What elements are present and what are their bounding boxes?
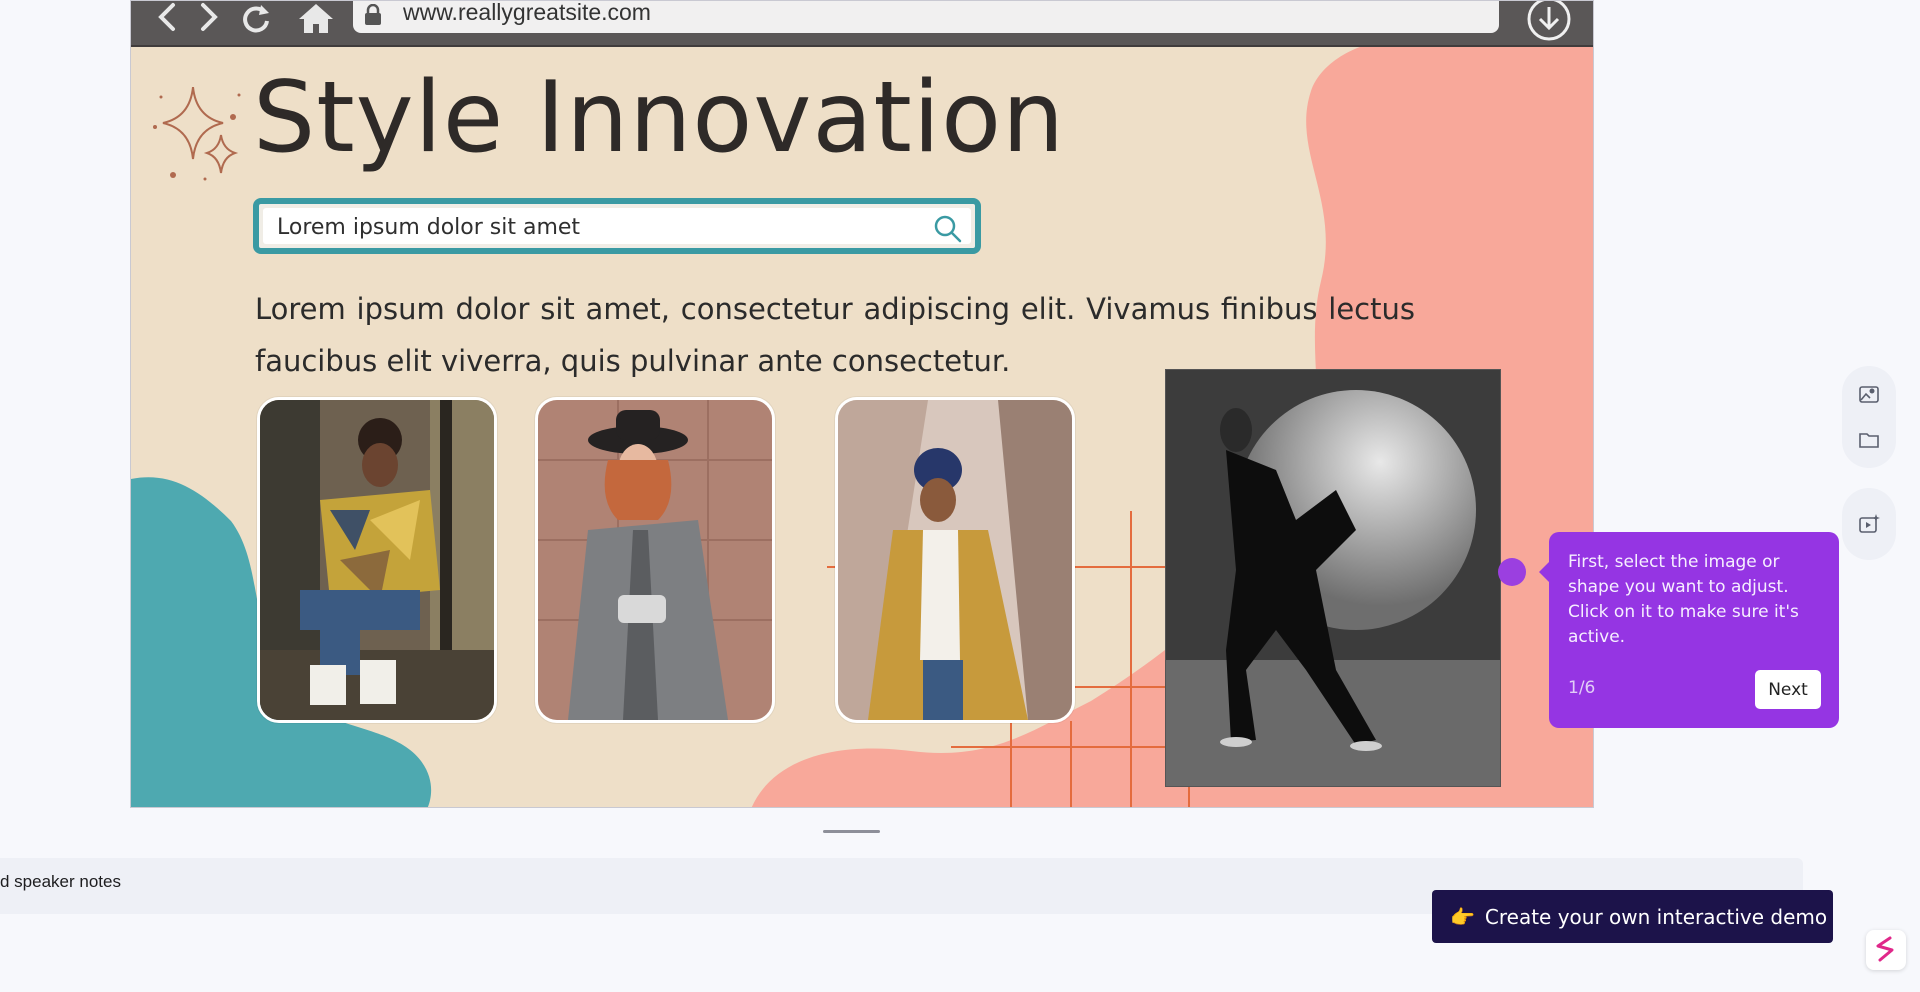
right-toolbar: [1842, 366, 1896, 560]
tour-tooltip: First, select the image or shape you wan…: [1539, 532, 1839, 728]
photo-woman-gray-blazer[interactable]: [535, 397, 775, 723]
photo-bw-model-selected[interactable]: [1165, 369, 1501, 787]
search-field[interactable]: Lorem ipsum dolor sit amet: [263, 208, 971, 244]
back-icon[interactable]: [151, 1, 185, 35]
forward-icon[interactable]: [193, 1, 227, 35]
photo-woman-mustard-coat[interactable]: [835, 397, 1075, 723]
slide-title[interactable]: Style Innovation: [253, 69, 1065, 167]
search-text: Lorem ipsum dolor sit amet: [277, 215, 581, 240]
create-demo-button[interactable]: 👉 Create your own interactive demo: [1432, 890, 1833, 943]
image-person-icon: [1859, 386, 1879, 403]
image-person-button[interactable]: [1855, 380, 1883, 408]
brand-logo-icon[interactable]: [1866, 930, 1906, 970]
next-button[interactable]: Next: [1755, 670, 1821, 709]
tooltip-arrow: [1539, 562, 1549, 582]
video-sparkle-icon: [1859, 514, 1880, 533]
lock-icon: [365, 4, 381, 25]
search-box[interactable]: Lorem ipsum dolor sit amet: [253, 198, 981, 254]
url-text: www.reallygreatsite.com: [403, 0, 651, 25]
resize-handle[interactable]: [823, 830, 880, 833]
folder-icon: [1859, 433, 1879, 448]
slide-canvas[interactable]: www.reallygreatsite.com Style Innovation…: [130, 0, 1594, 808]
tooltip-step-counter: 1/6: [1568, 678, 1596, 698]
sparkle-icon: [153, 87, 241, 181]
browser-bar: www.reallygreatsite.com: [131, 0, 1593, 47]
video-sparkle-button[interactable]: [1855, 510, 1883, 538]
folder-button[interactable]: [1855, 426, 1883, 454]
speaker-notes-placeholder: d speaker notes: [0, 872, 121, 891]
photo-woman-patchwork-jacket[interactable]: [257, 397, 497, 723]
tool-group-video: [1842, 488, 1896, 560]
create-demo-label: Create your own interactive demo: [1484, 904, 1828, 929]
pointing-hand-icon: 👉: [1450, 904, 1475, 929]
download-icon[interactable]: [1525, 0, 1573, 43]
tool-group-media: [1842, 366, 1896, 468]
search-icon[interactable]: [933, 214, 963, 244]
refresh-icon[interactable]: [239, 1, 273, 35]
tooltip-text: First, select the image or shape you wan…: [1568, 552, 1799, 647]
tour-hotspot[interactable]: [1498, 558, 1526, 586]
address-bar[interactable]: www.reallygreatsite.com: [353, 1, 1499, 33]
home-icon[interactable]: [297, 1, 335, 35]
